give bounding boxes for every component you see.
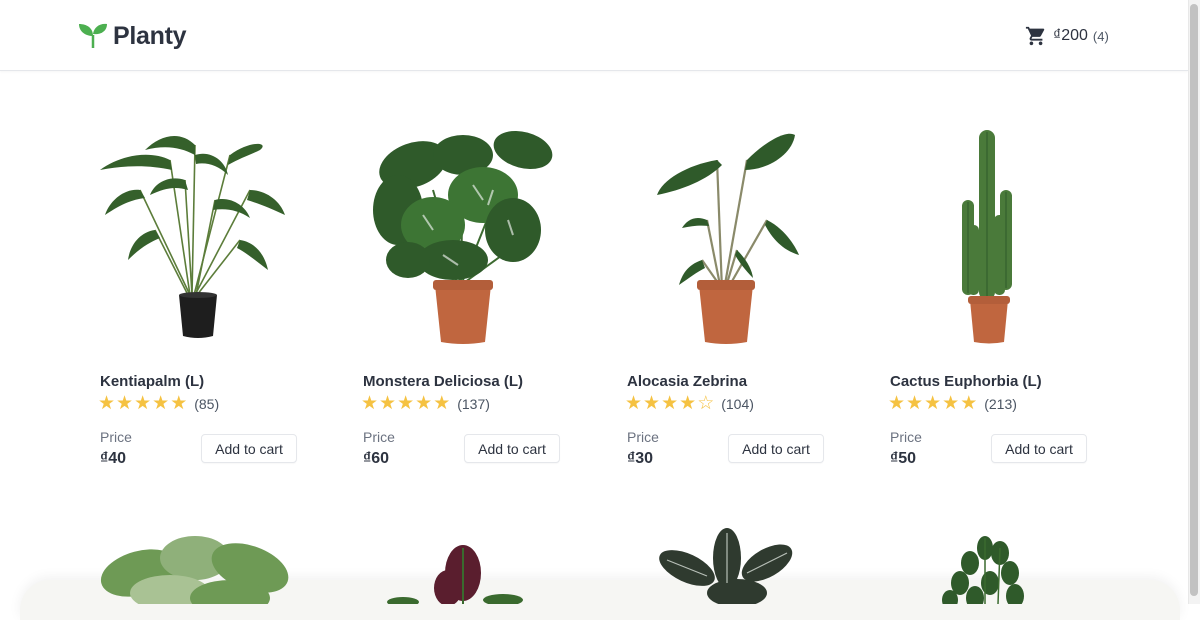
brand-name: Planty bbox=[113, 21, 187, 50]
product-image[interactable] bbox=[100, 120, 300, 350]
star-icon: ★ bbox=[960, 393, 978, 414]
product-image[interactable] bbox=[890, 120, 1090, 350]
review-count: (213) bbox=[984, 396, 1017, 412]
rating: ★ ★ ★ ★ ★ (137) bbox=[361, 394, 490, 414]
star-icon: ★ bbox=[906, 393, 924, 414]
star-icon: ★ bbox=[661, 393, 679, 414]
price-label: Price bbox=[890, 429, 922, 445]
shopping-cart-icon bbox=[1025, 26, 1045, 46]
product-image[interactable] bbox=[890, 528, 1090, 604]
review-count: (104) bbox=[721, 396, 754, 412]
add-to-cart-button[interactable]: Add to cart bbox=[464, 434, 560, 463]
star-icon: ★ bbox=[116, 393, 134, 414]
cart-count: (4) bbox=[1092, 28, 1109, 44]
rating: ★ ★ ★ ★ ★ (213) bbox=[888, 394, 1017, 414]
product-card: Monstera Deliciosa (L) ★ ★ ★ ★ ★ (137) Price… bbox=[361, 120, 563, 480]
scrollbar-thumb[interactable] bbox=[1190, 4, 1198, 596]
star-icon: ★ bbox=[152, 393, 170, 414]
rating: ★ ★ ★ ★ ★ (85) bbox=[98, 394, 219, 414]
product-image[interactable] bbox=[627, 528, 827, 604]
price: ₫60 bbox=[363, 450, 390, 467]
product-image[interactable] bbox=[627, 120, 827, 350]
star-icon: ★ bbox=[397, 393, 415, 414]
add-to-cart-button[interactable]: Add to cart bbox=[201, 434, 297, 463]
review-count: (137) bbox=[457, 396, 490, 412]
product-name[interactable]: Monstera Deliciosa (L) bbox=[363, 373, 523, 390]
star-icon: ★ bbox=[379, 393, 397, 414]
star-icon: ★ bbox=[679, 393, 697, 414]
product-card: Kentiapalm (L) ★ ★ ★ ★ ★ (85) Price ₫40 Add … bbox=[98, 120, 300, 480]
product-name[interactable]: Cactus Euphorbia (L) bbox=[890, 373, 1042, 390]
product-image[interactable] bbox=[363, 528, 563, 604]
star-icon: ★ bbox=[433, 393, 451, 414]
star-icon: ★ bbox=[888, 393, 906, 414]
star-icon: ★ bbox=[415, 393, 433, 414]
add-to-cart-button[interactable]: Add to cart bbox=[991, 434, 1087, 463]
sprout-icon bbox=[79, 23, 107, 48]
review-count: (85) bbox=[194, 396, 220, 412]
product-name[interactable]: Alocasia Zebrina bbox=[627, 373, 747, 390]
star-icon: ★ bbox=[924, 393, 942, 414]
star-icon: ★ bbox=[98, 393, 116, 414]
add-to-cart-button[interactable]: Add to cart bbox=[728, 434, 824, 463]
star-icon: ★ bbox=[625, 393, 643, 414]
price: ₫30 bbox=[627, 450, 654, 467]
star-icon: ★ bbox=[643, 393, 661, 414]
star-icon: ★ bbox=[942, 393, 960, 414]
price-label: Price bbox=[100, 429, 132, 445]
star-icon: ★ bbox=[170, 393, 188, 414]
price: ₫50 bbox=[890, 450, 917, 467]
product-name[interactable]: Kentiapalm (L) bbox=[100, 373, 204, 390]
price-label: Price bbox=[627, 429, 659, 445]
product-card: Alocasia Zebrina ★ ★ ★ ★ ☆ (104) Price ₫30 A… bbox=[625, 120, 827, 480]
product-image[interactable] bbox=[100, 528, 300, 604]
rating: ★ ★ ★ ★ ☆ (104) bbox=[625, 394, 754, 414]
star-icon: ★ bbox=[134, 393, 152, 414]
brand-logo[interactable]: Planty bbox=[78, 20, 187, 52]
product-card: Cactus Euphorbia (L) ★ ★ ★ ★ ★ (213) Price ₫… bbox=[888, 120, 1090, 480]
product-image[interactable] bbox=[363, 120, 563, 350]
site-header: Planty ₫200 (4) bbox=[0, 0, 1188, 71]
star-icon: ★ bbox=[361, 393, 379, 414]
cart-total: ₫200 bbox=[1053, 27, 1088, 44]
price: ₫40 bbox=[100, 450, 127, 467]
star-outline-icon: ☆ bbox=[697, 393, 715, 414]
cart-summary[interactable]: ₫200 (4) bbox=[1025, 23, 1109, 49]
price-label: Price bbox=[363, 429, 395, 445]
